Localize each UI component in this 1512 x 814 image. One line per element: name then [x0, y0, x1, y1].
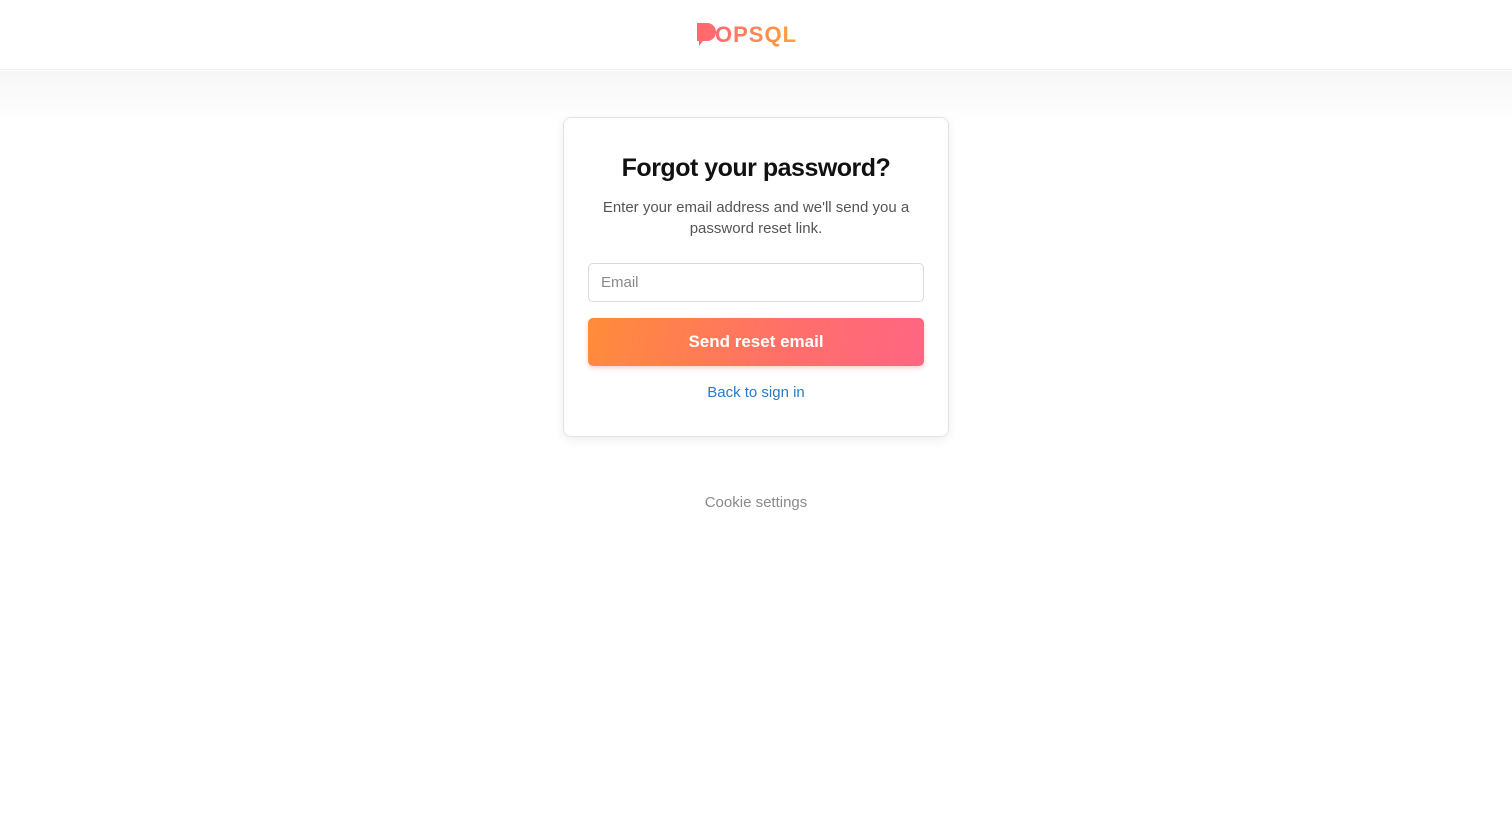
footer: Cookie settings [0, 494, 1512, 511]
email-field[interactable] [588, 263, 924, 302]
svg-text:OPSQL: OPSQL [715, 22, 797, 47]
popsql-logo-icon: OPSQL [697, 22, 797, 47]
header-shadow [0, 71, 1512, 121]
page-title: Forgot your password? [621, 154, 891, 182]
cookie-settings-link[interactable]: Cookie settings [705, 494, 808, 511]
instructions-text: Enter your email address and we'll send … [602, 199, 910, 237]
send-reset-email-button[interactable]: Send reset email [588, 318, 924, 366]
back-to-sign-in-link[interactable]: Back to sign in [707, 384, 805, 401]
top-header: OPSQL [0, 0, 1512, 70]
popsql-logo[interactable]: OPSQL [695, 20, 817, 50]
forgot-password-card: Forgot your password? Enter your email a… [563, 117, 949, 437]
